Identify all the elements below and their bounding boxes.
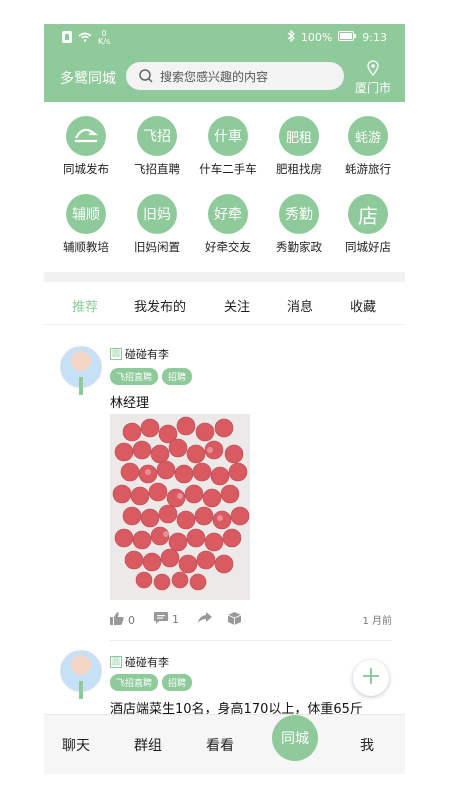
network-speed: 0 K/s [98, 29, 111, 46]
category-label: 肥租找房 [276, 162, 322, 176]
tab-my-posts[interactable]: 我发布的 [134, 296, 186, 315]
top-header: 多鹭同城 搜索您感兴趣的内容 厦门市 [44, 50, 405, 102]
category-item-secondhand[interactable]: 旧妈 旧妈闲置 [121, 194, 193, 264]
tabs-border [44, 324, 405, 325]
post-author[interactable]: 圆 碰碰有李 [110, 346, 169, 362]
post-image[interactable] [110, 414, 250, 600]
comment-button[interactable]: 1 [154, 612, 179, 627]
post-title: 林经理 [110, 396, 150, 411]
category-label: 飞招直聘 [134, 162, 180, 176]
category-label: 辅顺教培 [63, 240, 109, 254]
avatar[interactable] [60, 346, 102, 395]
lychee-photo [110, 414, 250, 600]
bottom-nav: 聊天 群组 看看 同城 我 [44, 714, 405, 774]
house-icon: 肥租 [279, 116, 319, 156]
category-item-house[interactable]: 肥租 肥租找房 [263, 116, 335, 186]
nav-local[interactable]: 同城 [272, 715, 318, 761]
status-right: 100% 9:13 [287, 29, 387, 45]
education-icon: 辅顺 [66, 194, 106, 234]
category-item-travel[interactable]: 蚝游 蚝游旅行 [332, 116, 404, 186]
post-divider [110, 640, 392, 641]
post-time: 1 月前 [362, 616, 392, 627]
category-item-shop[interactable]: 店 同城好店 [332, 194, 404, 264]
username: 碰碰有李 [125, 656, 169, 669]
post-actions: 0 1 1 月前 [110, 612, 392, 630]
nav-chat[interactable]: 聊天 [62, 735, 90, 755]
car-icon: 什車 [208, 116, 248, 156]
secondhand-icon: 旧妈 [137, 194, 177, 234]
category-label: 什车二手车 [199, 162, 257, 176]
clock: 9:13 [362, 31, 387, 44]
avatar[interactable] [60, 650, 102, 699]
tab-recommend[interactable]: 推荐 [72, 296, 98, 315]
category-chip[interactable]: 飞招直聘 [110, 368, 159, 385]
search-bar[interactable]: 搜索您感兴趣的内容 [126, 62, 344, 90]
comment-icon [154, 612, 168, 627]
tab-following[interactable]: 关注 [224, 296, 250, 315]
battery-percent: 100% [300, 31, 333, 44]
city-selector[interactable]: 厦门市 [355, 60, 391, 96]
wifi-icon [78, 32, 92, 45]
category-label: 秀勤家政 [276, 240, 322, 254]
category-chip[interactable]: 飞招直聘 [110, 674, 159, 691]
category-label: 同城发布 [63, 162, 109, 176]
shop-icon: 店 [348, 194, 388, 234]
status-left: 0 K/s [62, 30, 110, 46]
share-button[interactable] [198, 612, 212, 627]
category-item-housekeeping[interactable]: 秀勤 秀勤家政 [263, 194, 335, 264]
add-post-button[interactable] [353, 660, 389, 696]
housekeeping-icon: 秀勤 [279, 194, 319, 234]
category-label: 好牵交友 [205, 240, 251, 254]
section-divider [44, 272, 405, 282]
location-pin-icon [355, 60, 391, 79]
like-button[interactable]: 0 [110, 612, 135, 628]
tab-messages[interactable]: 消息 [287, 296, 313, 315]
category-label: 蚝游旅行 [345, 162, 391, 176]
status-bar: 0 K/s 100% 9:13 [44, 24, 405, 50]
app-screen: 0 K/s 100% 9:13 多鹭同城 搜索您感兴趣的内容 厦门市 同城发布 … [44, 24, 405, 774]
friends-icon: 好牵 [208, 194, 248, 234]
post-author[interactable]: 圆 碰碰有李 [110, 654, 169, 670]
category-item-car[interactable]: 什車 什车二手车 [192, 116, 264, 186]
cube-icon [227, 612, 242, 628]
flying-recruit-icon: 飞招 [137, 116, 177, 156]
post-chips: 飞招直聘 招聘 [110, 674, 193, 691]
type-chip[interactable]: 招聘 [162, 674, 193, 691]
search-icon [138, 68, 154, 84]
app-title: 多鹭同城 [60, 71, 116, 87]
category-label: 旧妈闲置 [134, 240, 180, 254]
tab-favorites[interactable]: 收藏 [350, 296, 376, 315]
like-count: 0 [128, 613, 135, 627]
search-placeholder: 搜索您感兴趣的内容 [160, 69, 269, 84]
travel-icon: 蚝游 [348, 116, 388, 156]
nav-groups[interactable]: 群组 [134, 735, 162, 755]
feed-tabs: 推荐 我发布的 关注 消息 收藏 [44, 290, 405, 322]
battery-icon [338, 31, 357, 44]
type-chip[interactable]: 招聘 [162, 368, 193, 385]
logo-swirl-icon [66, 116, 106, 156]
post-chips: 飞招直聘 招聘 [110, 368, 193, 385]
nfc-icon [62, 30, 72, 46]
share-icon [198, 612, 212, 627]
category-item-education[interactable]: 辅顺 辅顺教培 [50, 194, 122, 264]
plus-icon [361, 663, 381, 693]
user-badge: 圆 [110, 348, 122, 360]
nav-discover[interactable]: 看看 [206, 735, 234, 755]
comment-count: 1 [172, 613, 179, 626]
nav-me[interactable]: 我 [360, 735, 374, 755]
username: 碰碰有李 [125, 348, 169, 361]
category-item-recruit[interactable]: 飞招 飞招直聘 [121, 116, 193, 186]
user-badge: 圆 [110, 656, 122, 668]
bluetooth-icon [287, 29, 295, 45]
category-item-friends[interactable]: 好牵 好牵交友 [192, 194, 264, 264]
city-label: 厦门市 [354, 81, 391, 95]
category-label: 同城好店 [345, 240, 391, 254]
category-item-local-post[interactable]: 同城发布 [50, 116, 122, 186]
box-button[interactable] [227, 612, 242, 628]
thumbs-up-icon [110, 612, 124, 628]
